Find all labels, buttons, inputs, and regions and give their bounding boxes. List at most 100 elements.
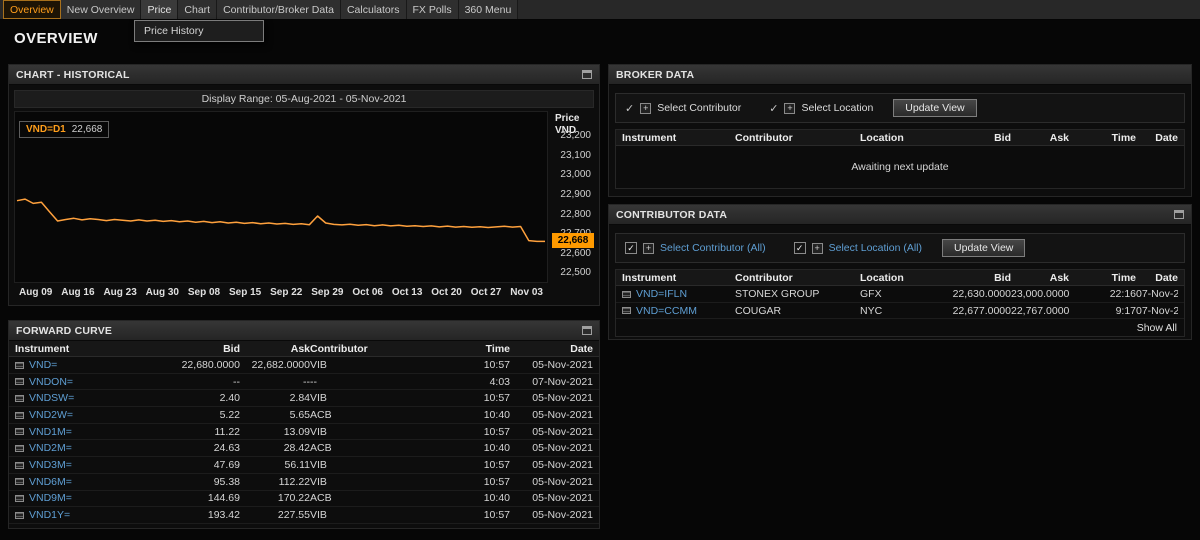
table-cell: 05-Nov-2021 xyxy=(510,392,593,404)
instrument-cell: VND2M= xyxy=(15,442,160,454)
col-ask: Ask xyxy=(1011,132,1069,144)
x-axis-tick: Aug 16 xyxy=(61,287,94,301)
table-cell: VIB xyxy=(310,392,462,404)
instrument-link[interactable]: VND1M= xyxy=(29,426,72,438)
instrument-cell: VNDSW= xyxy=(15,392,160,404)
y-axis-tick: 22,900 xyxy=(560,190,591,200)
tab-overview[interactable]: Overview xyxy=(3,0,61,19)
add-location-icon[interactable]: + xyxy=(784,103,795,114)
col-time: Time xyxy=(1069,132,1136,144)
table-cell: 07-Nov-2021 xyxy=(1136,305,1178,317)
table-cell: 22,682.0000 xyxy=(240,359,310,371)
add-location-icon[interactable]: + xyxy=(812,243,823,254)
contributor-filter-bar: ✓ + Select Contributor (All) ✓ + Select … xyxy=(615,233,1185,263)
table-row[interactable]: VND1Y=193.42227.55VIB10:5705-Nov-2021 xyxy=(9,507,599,524)
table-cell: STONEX GROUP xyxy=(735,288,860,300)
price-menu-dropdown: Price History xyxy=(134,20,264,42)
contributor-table-header: Instrument Contributor Location Bid Ask … xyxy=(616,270,1184,286)
col-ask: Ask xyxy=(1011,272,1069,284)
quote-icon xyxy=(15,362,24,369)
tab-price[interactable]: Price xyxy=(141,0,178,19)
table-cell: VIB xyxy=(310,459,462,471)
table-row[interactable]: VND2M=24.6328.42ACB10:4005-Nov-2021 xyxy=(9,440,599,457)
table-row[interactable]: VNDSW=2.402.84VIB10:5705-Nov-2021 xyxy=(9,390,599,407)
table-cell: 10:40 xyxy=(462,409,510,421)
table-cell: 05-Nov-2021 xyxy=(510,476,593,488)
table-row[interactable]: VND1M=11.2213.09VIB10:5705-Nov-2021 xyxy=(9,424,599,441)
table-cell: 05-Nov-2021 xyxy=(510,442,593,454)
instrument-cell: VNDON= xyxy=(15,376,160,388)
col-date: Date xyxy=(1136,272,1178,284)
chart-plot[interactable]: VND=D1 22,668 xyxy=(14,111,548,283)
quote-icon xyxy=(15,478,24,485)
table-cell: 2.84 xyxy=(240,392,310,404)
add-contributor-icon[interactable]: + xyxy=(640,103,651,114)
instrument-link[interactable]: VND3M= xyxy=(29,459,72,471)
contributor-check-icon[interactable]: ✓ xyxy=(625,102,634,115)
table-row[interactable]: VND=IFLNSTONEX GROUPGFX22,630.000023,000… xyxy=(616,286,1184,303)
instrument-link[interactable]: VND= xyxy=(29,359,57,371)
table-cell: 22,630.0000 xyxy=(926,288,1011,300)
instrument-link[interactable]: VND2M= xyxy=(29,442,72,454)
location-checkbox[interactable]: ✓ xyxy=(794,242,806,254)
table-cell: 95.38 xyxy=(160,476,240,488)
table-row[interactable]: VND6M=95.38112.22VIB10:5705-Nov-2021 xyxy=(9,474,599,491)
select-location-link[interactable]: Select Location (All) xyxy=(829,242,922,254)
tab-new-overview[interactable]: New Overview xyxy=(61,0,142,19)
display-range-bar: Display Range: 05-Aug-2021 - 05-Nov-2021 xyxy=(14,90,594,108)
popout-window-icon[interactable] xyxy=(582,326,592,335)
update-view-button[interactable]: Update View xyxy=(942,239,1025,257)
table-cell: VIB xyxy=(310,359,462,371)
table-cell: 10:40 xyxy=(462,442,510,454)
broker-filter-bar: ✓ + Select Contributor ✓ + Select Locati… xyxy=(615,93,1185,123)
instrument-link[interactable]: VNDSW= xyxy=(29,392,74,404)
table-cell: 22,677.0000 xyxy=(926,305,1011,317)
location-check-icon[interactable]: ✓ xyxy=(769,102,778,115)
instrument-cell: VND3M= xyxy=(15,459,160,471)
y-axis-tick: 22,500 xyxy=(560,268,591,278)
table-row[interactable]: VND=22,680.000022,682.0000VIB10:5705-Nov… xyxy=(9,357,599,374)
tab-calculators[interactable]: Calculators xyxy=(341,0,407,19)
y-axis-tick: 23,200 xyxy=(560,131,591,141)
popout-window-icon[interactable] xyxy=(1174,210,1184,219)
update-view-button[interactable]: Update View xyxy=(893,99,976,117)
table-cell: 05-Nov-2021 xyxy=(510,459,593,471)
tab-360-menu[interactable]: 360 Menu xyxy=(459,0,519,19)
table-row[interactable]: VND=CCMMCOUGARNYC22,677.000022,767.00009… xyxy=(616,303,1184,320)
table-row[interactable]: VNDON=------4:0307-Nov-2021 xyxy=(9,374,599,391)
table-cell: 56.11 xyxy=(240,459,310,471)
app-window: OverviewNew OverviewPriceChartContributo… xyxy=(0,0,1200,540)
add-contributor-icon[interactable]: + xyxy=(643,243,654,254)
quote-icon xyxy=(15,378,24,385)
menu-item-price-history[interactable]: Price History xyxy=(135,21,263,41)
y-axis-tick: 23,100 xyxy=(560,151,591,161)
col-bid: Bid xyxy=(926,132,1011,144)
tab-chart[interactable]: Chart xyxy=(178,0,217,19)
instrument-link[interactable]: VND9M= xyxy=(29,492,72,504)
quote-icon xyxy=(15,395,24,402)
broker-table: Instrument Contributor Location Bid Ask … xyxy=(615,129,1185,189)
table-row[interactable]: VND9M=144.69170.22ACB10:4005-Nov-2021 xyxy=(9,491,599,508)
table-cell: 28.42 xyxy=(240,442,310,454)
select-contributor-link[interactable]: Select Contributor (All) xyxy=(660,242,766,254)
instrument-link[interactable]: VND1Y= xyxy=(29,509,70,521)
table-cell: 5.65 xyxy=(240,409,310,421)
instrument-link[interactable]: VNDON= xyxy=(29,376,73,388)
page-title: OVERVIEW xyxy=(14,30,98,47)
instrument-link[interactable]: VND=CCMM xyxy=(636,305,697,317)
broker-panel-title: BROKER DATA xyxy=(616,69,694,81)
table-cell: 10:40 xyxy=(462,492,510,504)
instrument-link[interactable]: VND2W= xyxy=(29,409,73,421)
show-all-link[interactable]: Show All xyxy=(616,319,1184,336)
instrument-link[interactable]: VND=IFLN xyxy=(636,288,687,300)
popout-window-icon[interactable] xyxy=(582,70,592,79)
table-row[interactable]: VND3M=47.6956.11VIB10:5705-Nov-2021 xyxy=(9,457,599,474)
table-cell: 10:57 xyxy=(462,459,510,471)
contributor-checkbox[interactable]: ✓ xyxy=(625,242,637,254)
instrument-link[interactable]: VND6M= xyxy=(29,476,72,488)
broker-panel-header: BROKER DATA xyxy=(609,65,1191,85)
tab-fx-polls[interactable]: FX Polls xyxy=(407,0,459,19)
table-cell: 24.63 xyxy=(160,442,240,454)
tab-contributor-broker-data[interactable]: Contributor/Broker Data xyxy=(217,0,341,19)
table-row[interactable]: VND2W=5.225.65ACB10:4005-Nov-2021 xyxy=(9,407,599,424)
